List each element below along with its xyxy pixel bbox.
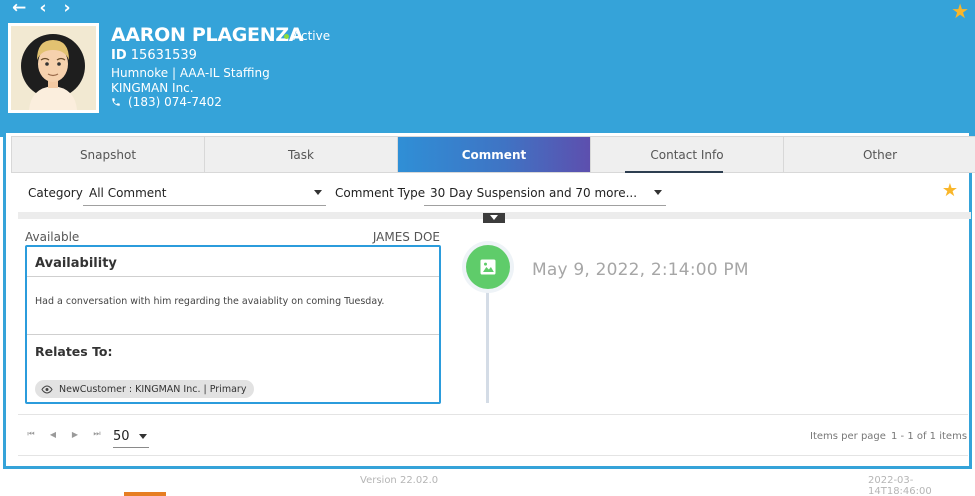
footer-accent-bar: [124, 492, 166, 496]
star-icon[interactable]: ★: [942, 180, 958, 201]
collapse-arrow-icon[interactable]: ‹: [36, 0, 50, 17]
eye-icon: [41, 384, 53, 394]
tab-contact-info[interactable]: Contact Info: [591, 137, 784, 173]
items-per-page-label: Items per page: [810, 431, 886, 442]
tab-other[interactable]: Other: [784, 137, 975, 172]
relates-to-chip[interactable]: NewCustomer : KINGMAN Inc. | Primary: [35, 380, 255, 398]
status-dot-icon: [284, 33, 289, 39]
timeline-line: [486, 281, 489, 403]
first-page-icon[interactable]: ⏮: [26, 429, 36, 439]
nav-arrows: ← ‹ ›: [12, 0, 74, 17]
last-page-icon[interactable]: ⏭: [92, 429, 102, 439]
forward-arrow-icon[interactable]: ›: [60, 0, 74, 17]
comment-body: Had a conversation with him regarding th…: [27, 277, 439, 335]
timeline-node: [462, 241, 514, 293]
back-arrow-icon[interactable]: ←: [12, 0, 26, 17]
profile-branch: Humnoke | AAA-IL Staffing: [111, 66, 270, 80]
phone-number: (183) 074-7402: [128, 95, 222, 109]
comment-status: Available: [25, 230, 80, 244]
tab-bar: Snapshot Task Comment Contact Info Other: [11, 136, 975, 173]
collapse-toggle-button[interactable]: [483, 213, 505, 223]
status-label: Active: [293, 29, 331, 43]
person-avatar-icon: [11, 26, 96, 110]
tab-task[interactable]: Task: [205, 137, 398, 172]
profile-phone[interactable]: (183) 074-7402: [111, 95, 222, 109]
id-label: ID: [111, 48, 127, 63]
status-badge: Active: [284, 29, 330, 43]
relates-to-label: Relates To:: [35, 344, 113, 359]
avatar: [8, 23, 99, 113]
comment-card[interactable]: Availability Had a conversation with him…: [25, 245, 441, 404]
profile-company: KINGMAN Inc.: [111, 81, 194, 95]
profile-id: ID 15631539: [111, 48, 197, 63]
category-label: Category: [28, 186, 83, 200]
tab-comment[interactable]: Comment: [398, 137, 591, 172]
page-size-select[interactable]: 50: [113, 426, 149, 448]
avatar-image: [11, 26, 96, 110]
main-panel: Snapshot Task Comment Contact Info Other…: [3, 133, 975, 469]
star-icon[interactable]: ★: [951, 1, 969, 21]
tab-contact-info-label: Contact Info: [650, 147, 724, 162]
id-value: 15631539: [130, 48, 197, 63]
pager-nav: ⏮ ◀ ▶ ⏭: [26, 429, 102, 439]
pager-divider: [18, 414, 968, 415]
comment-type-select[interactable]: 30 Day Suspension and 70 more...: [424, 180, 666, 206]
phone-icon: [112, 98, 120, 106]
chevron-down-icon: [654, 190, 662, 195]
chevron-down-icon: [314, 190, 322, 195]
category-select[interactable]: All Comment: [83, 180, 326, 206]
page-size-value: 50: [113, 429, 130, 444]
profile-name: AARON PLAGENZA: [111, 24, 304, 46]
category-value: All Comment: [89, 186, 167, 200]
timeline-node-circle: [466, 245, 510, 289]
chevron-down-icon: [139, 434, 147, 439]
image-icon: [480, 259, 496, 275]
app-version: Version 22.02.0: [360, 475, 439, 486]
tab-hover-underline: [625, 171, 723, 173]
comment-title: Availability: [27, 247, 439, 277]
profile-header: ← ‹ › ★ AARON PLAGENZA Active ID 1563153…: [0, 0, 975, 137]
comment-date: May 9, 2022, 2:14:00 PM: [532, 260, 749, 280]
items-count: 1 - 1 of 1 items: [891, 431, 968, 442]
pager-divider-bottom: [18, 455, 968, 456]
previous-page-icon[interactable]: ◀: [48, 430, 58, 439]
relates-to-chip-label: NewCustomer : KINGMAN Inc. | Primary: [59, 383, 247, 395]
comment-author: JAMES DOE: [372, 230, 440, 244]
next-page-icon[interactable]: ▶: [70, 430, 80, 439]
filter-bar: Category All Comment Comment Type 30 Day…: [28, 177, 968, 207]
comment-type-value: 30 Day Suspension and 70 more...: [430, 186, 638, 200]
build-timestamp: 2022-03-14T18:46:00: [868, 475, 932, 496]
tab-snapshot[interactable]: Snapshot: [12, 137, 205, 172]
comment-type-label: Comment Type: [335, 186, 426, 200]
chevron-down-icon: [490, 215, 498, 220]
